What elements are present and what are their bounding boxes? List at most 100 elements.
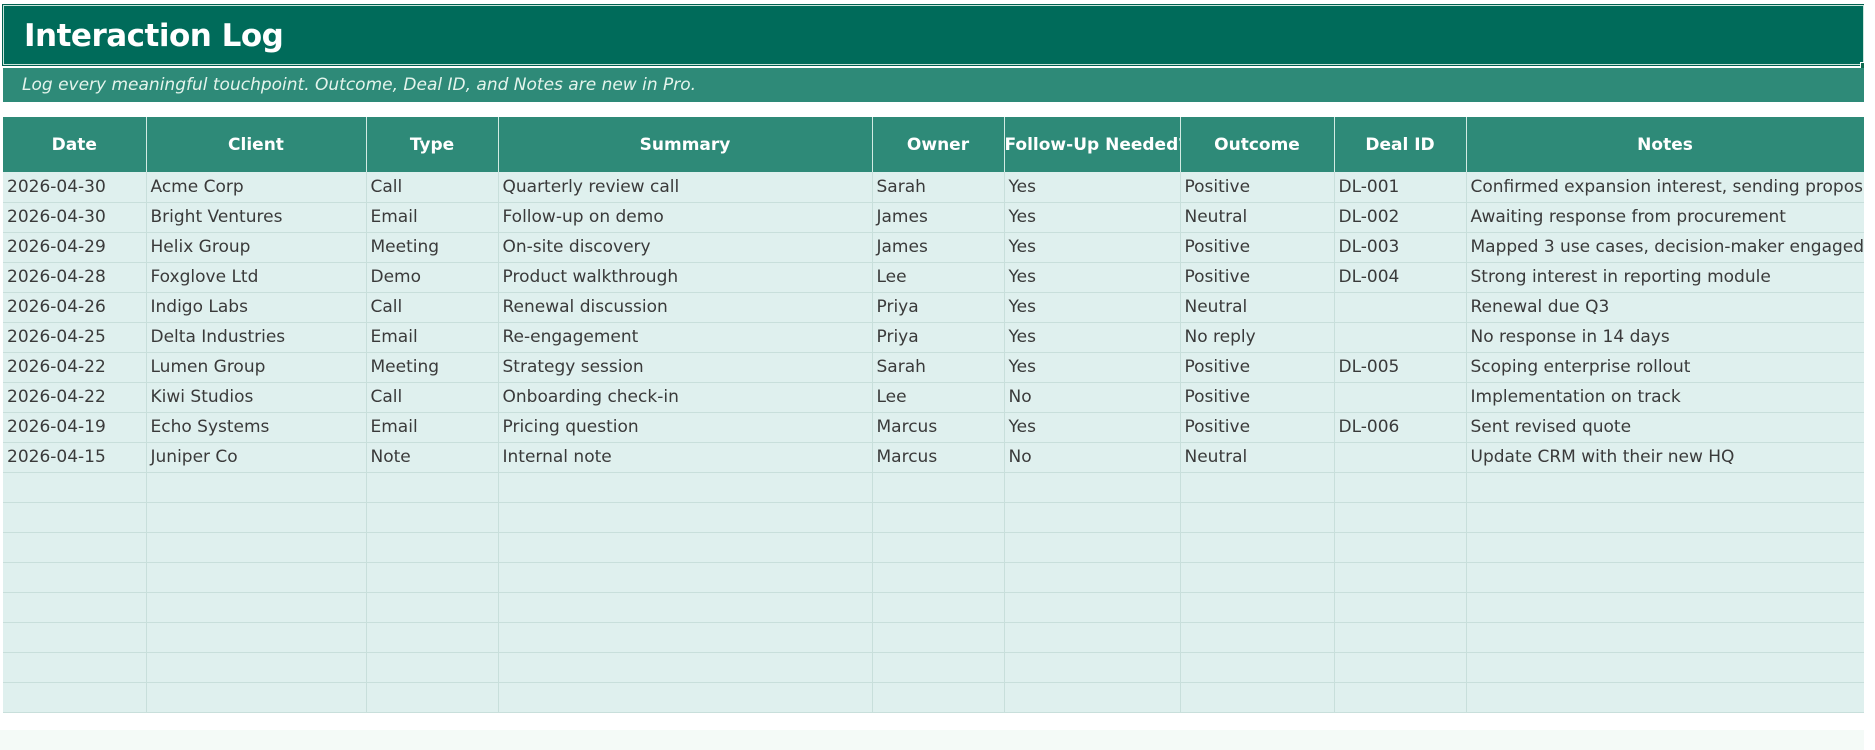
- cell-type[interactable]: Call: [366, 292, 499, 323]
- cell-outcome[interactable]: [1180, 532, 1335, 563]
- cell-summary[interactable]: Follow-up on demo: [498, 202, 873, 233]
- cell-deal-id[interactable]: [1334, 502, 1467, 533]
- cell-summary[interactable]: Strategy session: [498, 352, 873, 383]
- cell-client[interactable]: Juniper Co: [146, 442, 367, 473]
- spacer-row[interactable]: [3, 102, 1864, 117]
- cell-type[interactable]: [366, 652, 499, 683]
- cell-summary[interactable]: [498, 532, 873, 563]
- cell-client[interactable]: Acme Corp: [146, 172, 367, 203]
- cell-type[interactable]: [366, 562, 499, 593]
- cell-summary[interactable]: [498, 622, 873, 653]
- cell-client[interactable]: [146, 502, 367, 533]
- cell-summary[interactable]: Product walkthrough: [498, 262, 873, 293]
- cell-follow-up[interactable]: No: [1004, 442, 1181, 473]
- cell-summary[interactable]: [498, 562, 873, 593]
- cell-type[interactable]: Meeting: [366, 352, 499, 383]
- cell-outcome[interactable]: Positive: [1180, 232, 1335, 263]
- cell-notes[interactable]: Mapped 3 use cases, decision-maker engag…: [1466, 232, 1864, 263]
- cell-deal-id[interactable]: [1334, 562, 1467, 593]
- cell-outcome[interactable]: [1180, 502, 1335, 533]
- cell-client[interactable]: [146, 532, 367, 563]
- cell-deal-id[interactable]: [1334, 442, 1467, 473]
- cell-client[interactable]: Lumen Group: [146, 352, 367, 383]
- header-client[interactable]: Client: [146, 117, 367, 172]
- cell-client[interactable]: [146, 562, 367, 593]
- cell-summary[interactable]: Internal note: [498, 442, 873, 473]
- cell-owner[interactable]: Lee: [872, 382, 1005, 413]
- cell-summary[interactable]: Renewal discussion: [498, 292, 873, 323]
- cell-date[interactable]: 2026-04-22: [3, 352, 147, 383]
- header-owner[interactable]: Owner: [872, 117, 1005, 172]
- cell-follow-up[interactable]: [1004, 682, 1181, 713]
- header-type[interactable]: Type: [366, 117, 499, 172]
- header-notes[interactable]: Notes: [1466, 117, 1865, 172]
- cell-date[interactable]: [3, 622, 147, 653]
- cell-notes[interactable]: [1466, 472, 1864, 503]
- cell-outcome[interactable]: Positive: [1180, 172, 1335, 203]
- header-summary[interactable]: Summary: [498, 117, 873, 172]
- cell-owner[interactable]: [872, 562, 1005, 593]
- cell-date[interactable]: 2026-04-28: [3, 262, 147, 293]
- cell-type[interactable]: [366, 532, 499, 563]
- cell-summary[interactable]: [498, 502, 873, 533]
- cell-owner[interactable]: James: [872, 232, 1005, 263]
- cell-owner[interactable]: [872, 532, 1005, 563]
- cell-client[interactable]: [146, 652, 367, 683]
- cell-client[interactable]: Indigo Labs: [146, 292, 367, 323]
- cell-deal-id[interactable]: [1334, 652, 1467, 683]
- cell-date[interactable]: [3, 592, 147, 623]
- cell-outcome[interactable]: Positive: [1180, 412, 1335, 443]
- cell-follow-up[interactable]: [1004, 562, 1181, 593]
- cell-outcome[interactable]: [1180, 562, 1335, 593]
- cell-notes[interactable]: [1466, 562, 1864, 593]
- cell-summary[interactable]: On-site discovery: [498, 232, 873, 263]
- cell-notes[interactable]: Implementation on track: [1466, 382, 1864, 413]
- cell-owner[interactable]: [872, 682, 1005, 713]
- cell-type[interactable]: Note: [366, 442, 499, 473]
- cell-follow-up[interactable]: Yes: [1004, 412, 1181, 443]
- cell-date[interactable]: [3, 682, 147, 713]
- cell-notes[interactable]: Sent revised quote: [1466, 412, 1864, 443]
- cell-follow-up[interactable]: Yes: [1004, 322, 1181, 353]
- cell-outcome[interactable]: Neutral: [1180, 442, 1335, 473]
- cell-owner[interactable]: [872, 592, 1005, 623]
- cell-date[interactable]: [3, 502, 147, 533]
- cell-client[interactable]: Bright Ventures: [146, 202, 367, 233]
- cell-deal-id[interactable]: DL-005: [1334, 352, 1467, 383]
- cell-follow-up[interactable]: Yes: [1004, 292, 1181, 323]
- cell-summary[interactable]: [498, 682, 873, 713]
- header-outcome[interactable]: Outcome: [1180, 117, 1335, 172]
- cell-type[interactable]: Email: [366, 322, 499, 353]
- cell-summary[interactable]: [498, 472, 873, 503]
- header-follow-up[interactable]: Follow-Up Needed?: [1004, 117, 1181, 172]
- cell-owner[interactable]: Priya: [872, 292, 1005, 323]
- cell-client[interactable]: [146, 472, 367, 503]
- cell-outcome[interactable]: [1180, 592, 1335, 623]
- cell-notes[interactable]: [1466, 652, 1864, 683]
- cell-owner[interactable]: [872, 652, 1005, 683]
- cell-outcome[interactable]: [1180, 622, 1335, 653]
- cell-deal-id[interactable]: [1334, 592, 1467, 623]
- cell-summary[interactable]: Re-engagement: [498, 322, 873, 353]
- cell-notes[interactable]: No response in 14 days: [1466, 322, 1864, 353]
- cell-date[interactable]: 2026-04-25: [3, 322, 147, 353]
- cell-deal-id[interactable]: DL-006: [1334, 412, 1467, 443]
- cell-type[interactable]: Call: [366, 382, 499, 413]
- cell-client[interactable]: Foxglove Ltd: [146, 262, 367, 293]
- cell-type[interactable]: Call: [366, 172, 499, 203]
- cell-client[interactable]: [146, 682, 367, 713]
- cell-follow-up[interactable]: [1004, 592, 1181, 623]
- cell-owner[interactable]: Sarah: [872, 352, 1005, 383]
- cell-date[interactable]: 2026-04-30: [3, 202, 147, 233]
- cell-date[interactable]: [3, 562, 147, 593]
- cell-follow-up[interactable]: Yes: [1004, 262, 1181, 293]
- cell-notes[interactable]: [1466, 622, 1864, 653]
- cell-client[interactable]: Kiwi Studios: [146, 382, 367, 413]
- cell-date[interactable]: 2026-04-19: [3, 412, 147, 443]
- cell-notes[interactable]: [1466, 682, 1864, 713]
- cell-notes[interactable]: [1466, 592, 1864, 623]
- cell-follow-up[interactable]: No: [1004, 382, 1181, 413]
- title-cell[interactable]: Interaction Log: [2, 4, 1865, 66]
- cell-follow-up[interactable]: [1004, 502, 1181, 533]
- cell-client[interactable]: Echo Systems: [146, 412, 367, 443]
